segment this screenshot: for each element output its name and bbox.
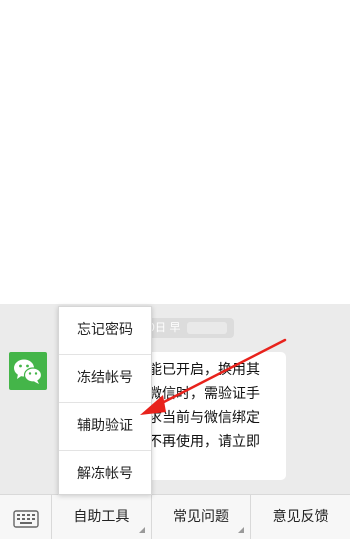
keyboard-toggle-button[interactable] [0,495,52,539]
menu-item-assisted-verification[interactable]: 辅助验证 [59,403,151,451]
tab-label: 自助工具 [73,509,130,525]
message-line: 能已开启，换用其 [148,362,260,378]
bottom-menu-bar: 自助工具 常见问题 意见反馈 [0,494,350,539]
wechat-avatar[interactable] [9,352,47,390]
tab-faq[interactable]: 常见问题 [152,495,252,539]
message-timestamp: 0日 早 [140,318,234,338]
wechat-logo-icon [14,359,43,384]
tab-feedback[interactable]: 意见反馈 [251,495,350,539]
menu-item-forgot-password[interactable]: 忘记密码 [59,307,151,355]
message-line: 求当前与微信绑定 [148,410,260,426]
tab-label: 意见反馈 [272,509,329,525]
submenu-corner-icon [238,527,245,533]
menu-item-freeze-account[interactable]: 冻结帐号 [59,355,151,403]
submenu-corner-icon [138,527,145,533]
self-service-popup-menu: 忘记密码 冻结帐号 辅助验证 解冻帐号 [58,306,152,495]
menu-item-unfreeze-account[interactable]: 解冻帐号 [59,451,151,498]
tab-label: 常见问题 [173,509,229,525]
tab-self-service-tools[interactable]: 自助工具 [52,495,152,539]
message-line: 不再使用，请立即 [148,434,260,450]
message-line: 微信时，需验证手 [148,386,260,402]
keyboard-icon [13,510,39,528]
